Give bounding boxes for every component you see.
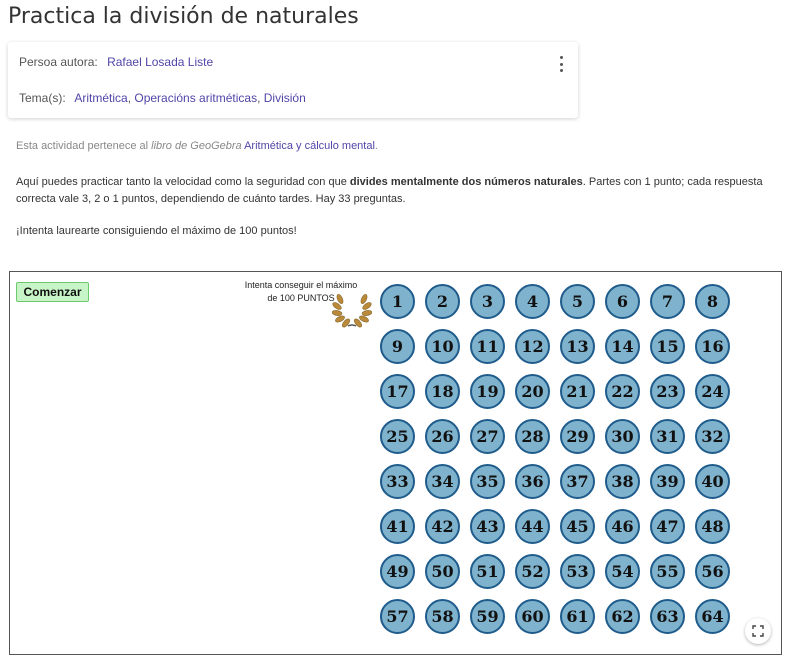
author-label: Persoa autora: <box>19 55 98 69</box>
topic-link-operacions[interactable]: Operacións aritméticas <box>134 91 257 105</box>
number-button-29[interactable]: 29 <box>560 419 595 454</box>
number-button-3[interactable]: 3 <box>470 284 505 319</box>
number-button-28[interactable]: 28 <box>515 419 550 454</box>
book-link[interactable]: Aritmética y cálculo mental <box>244 140 375 152</box>
number-button-45[interactable]: 45 <box>560 509 595 544</box>
number-button-12[interactable]: 12 <box>515 329 550 364</box>
number-button-60[interactable]: 60 <box>515 599 550 634</box>
number-button-40[interactable]: 40 <box>695 464 730 499</box>
number-button-50[interactable]: 50 <box>425 554 460 589</box>
topics-row: Tema(s): Aritmética, Operacións aritméti… <box>19 91 306 105</box>
laurel-wreath-icon <box>332 294 372 328</box>
number-button-33[interactable]: 33 <box>380 464 415 499</box>
number-button-18[interactable]: 18 <box>425 374 460 409</box>
number-button-14[interactable]: 14 <box>605 329 640 364</box>
number-button-32[interactable]: 32 <box>695 419 730 454</box>
number-button-41[interactable]: 41 <box>380 509 415 544</box>
number-button-16[interactable]: 16 <box>695 329 730 364</box>
book-note: Esta actividad pertenece al libro de Geo… <box>16 140 378 152</box>
number-button-53[interactable]: 53 <box>560 554 595 589</box>
number-button-7[interactable]: 7 <box>650 284 685 319</box>
number-button-38[interactable]: 38 <box>605 464 640 499</box>
number-button-1[interactable]: 1 <box>380 284 415 319</box>
book-italic: libro de GeoGebra <box>151 140 242 152</box>
description-bold: divides mentalmente dos números naturale… <box>349 176 583 188</box>
number-button-24[interactable]: 24 <box>695 374 730 409</box>
number-button-64[interactable]: 64 <box>695 599 730 634</box>
number-button-21[interactable]: 21 <box>560 374 595 409</box>
number-button-5[interactable]: 5 <box>560 284 595 319</box>
fullscreen-icon[interactable] <box>745 618 771 644</box>
number-button-4[interactable]: 4 <box>515 284 550 319</box>
number-button-39[interactable]: 39 <box>650 464 685 499</box>
number-button-47[interactable]: 47 <box>650 509 685 544</box>
number-button-10[interactable]: 10 <box>425 329 460 364</box>
info-card: Persoa autora: Rafael Losada Liste Tema(… <box>8 42 578 118</box>
number-button-55[interactable]: 55 <box>650 554 685 589</box>
number-button-58[interactable]: 58 <box>425 599 460 634</box>
topics-label: Tema(s): <box>19 91 66 105</box>
number-button-22[interactable]: 22 <box>605 374 640 409</box>
author-row: Persoa autora: Rafael Losada Liste <box>19 55 213 69</box>
number-button-27[interactable]: 27 <box>470 419 505 454</box>
number-button-9[interactable]: 9 <box>380 329 415 364</box>
number-button-17[interactable]: 17 <box>380 374 415 409</box>
topic-link-division[interactable]: División <box>264 91 306 105</box>
number-button-19[interactable]: 19 <box>470 374 505 409</box>
more-vertical-icon[interactable] <box>558 56 564 72</box>
number-button-13[interactable]: 13 <box>560 329 595 364</box>
author-link[interactable]: Rafael Losada Liste <box>107 55 213 69</box>
number-button-51[interactable]: 51 <box>470 554 505 589</box>
number-button-35[interactable]: 35 <box>470 464 505 499</box>
number-button-62[interactable]: 62 <box>605 599 640 634</box>
number-button-46[interactable]: 46 <box>605 509 640 544</box>
geogebra-applet[interactable]: Comenzar Intenta conseguir el máximo de … <box>9 271 782 655</box>
number-button-42[interactable]: 42 <box>425 509 460 544</box>
number-button-52[interactable]: 52 <box>515 554 550 589</box>
number-button-37[interactable]: 37 <box>560 464 595 499</box>
number-button-31[interactable]: 31 <box>650 419 685 454</box>
number-button-11[interactable]: 11 <box>470 329 505 364</box>
challenge-text: ¡Intenta laurearte consiguiendo el máxim… <box>16 225 297 237</box>
number-button-23[interactable]: 23 <box>650 374 685 409</box>
number-button-57[interactable]: 57 <box>380 599 415 634</box>
number-button-63[interactable]: 63 <box>650 599 685 634</box>
number-button-20[interactable]: 20 <box>515 374 550 409</box>
number-button-30[interactable]: 30 <box>605 419 640 454</box>
number-button-49[interactable]: 49 <box>380 554 415 589</box>
number-button-25[interactable]: 25 <box>380 419 415 454</box>
number-button-34[interactable]: 34 <box>425 464 460 499</box>
number-button-36[interactable]: 36 <box>515 464 550 499</box>
number-button-61[interactable]: 61 <box>560 599 595 634</box>
page-title: Practica la división de naturales <box>8 4 359 29</box>
number-button-59[interactable]: 59 <box>470 599 505 634</box>
number-button-8[interactable]: 8 <box>695 284 730 319</box>
number-button-56[interactable]: 56 <box>695 554 730 589</box>
number-button-15[interactable]: 15 <box>650 329 685 364</box>
topic-link-aritmetica[interactable]: Aritmética <box>74 91 127 105</box>
start-button[interactable]: Comenzar <box>16 282 89 302</box>
number-button-48[interactable]: 48 <box>695 509 730 544</box>
number-button-44[interactable]: 44 <box>515 509 550 544</box>
number-button-54[interactable]: 54 <box>605 554 640 589</box>
number-button-43[interactable]: 43 <box>470 509 505 544</box>
number-button-26[interactable]: 26 <box>425 419 460 454</box>
number-button-2[interactable]: 2 <box>425 284 460 319</box>
number-button-6[interactable]: 6 <box>605 284 640 319</box>
activity-description: Aquí puedes practicar tanto la velocidad… <box>16 176 763 205</box>
